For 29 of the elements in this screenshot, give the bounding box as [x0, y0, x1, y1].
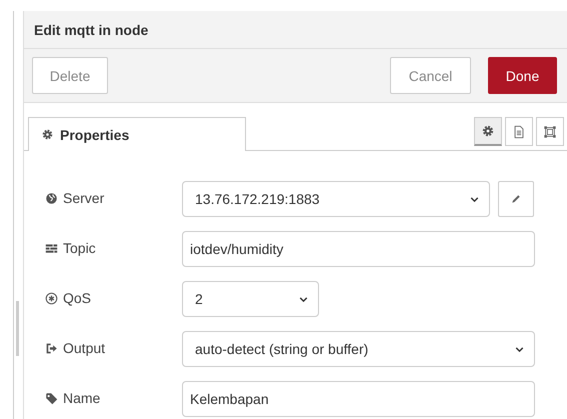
gear-icon: [481, 124, 495, 138]
asterisk-icon: [45, 292, 58, 304]
side-tab[interactable]: [505, 117, 533, 146]
side-tab[interactable]: [536, 117, 564, 146]
side-tab[interactable]: [474, 117, 502, 146]
field-label: Server: [63, 190, 104, 206]
done-button[interactable]: Done: [488, 57, 557, 94]
properties-tab[interactable]: Properties: [28, 117, 246, 151]
dropdown[interactable]: 2: [182, 281, 319, 317]
input-field[interactable]: Kelembapan: [182, 381, 535, 417]
list-icon: [45, 242, 58, 254]
globe-icon: [45, 192, 58, 204]
dropdown[interactable]: auto-detect (string or buffer): [182, 331, 535, 367]
dropdown[interactable]: 13.76.172.219:1883: [182, 181, 490, 217]
exit-icon: [45, 342, 58, 354]
cancel-button[interactable]: Cancel: [390, 57, 471, 94]
gear-icon: [41, 128, 54, 141]
document-icon: [512, 124, 526, 138]
delete-button[interactable]: Delete: [32, 57, 108, 94]
tag-icon: [45, 392, 58, 404]
field-label: Output: [63, 340, 106, 356]
input-field[interactable]: iotdev/humidity: [182, 231, 535, 267]
field-label: Name: [63, 390, 100, 406]
scrollbar[interactable]: [16, 301, 19, 356]
field-label: QoS: [63, 290, 92, 306]
frame-icon: [543, 124, 557, 138]
pencil-icon: [510, 193, 522, 205]
dialog-title: Edit mqtt in node: [34, 22, 148, 38]
field-label: Topic: [63, 240, 96, 256]
